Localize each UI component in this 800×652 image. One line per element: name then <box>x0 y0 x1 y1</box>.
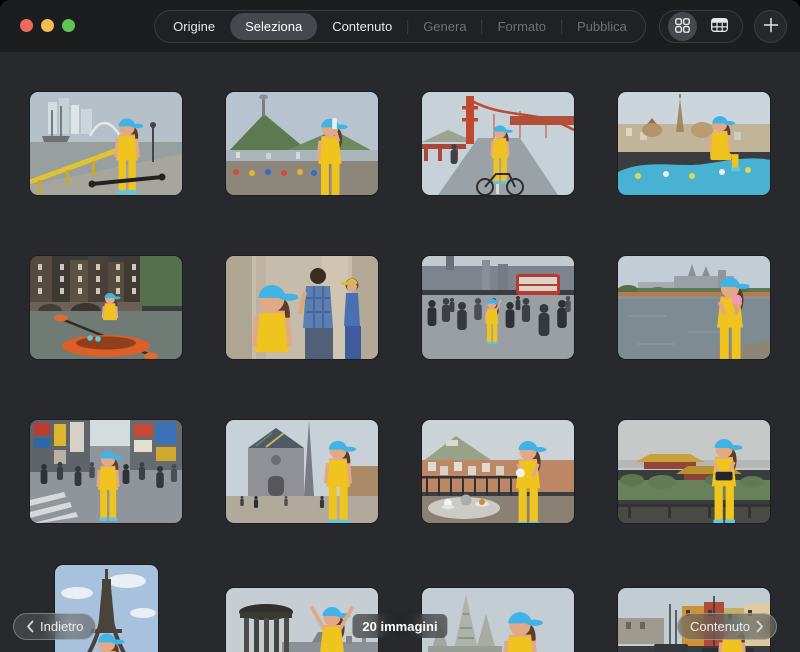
photo-woman-walking-past-couple-street[interactable] <box>226 256 378 359</box>
photo-woman-waving-london-crowd-red-bus[interactable] <box>422 256 574 359</box>
chevron-left-icon <box>26 620 34 633</box>
photo-woman-binoculars-forbidden-city-beijing[interactable] <box>618 420 770 523</box>
tab-contenuto[interactable]: Contenuto <box>317 13 407 40</box>
add-button[interactable] <box>754 10 787 43</box>
tab-genera[interactable]: Genera <box>408 13 481 40</box>
window-controls <box>20 19 75 32</box>
photo-woman-cafe-terrace-lisbon-view[interactable] <box>422 420 574 523</box>
image-count-label: 20 immagini <box>362 619 437 634</box>
chevron-right-icon <box>756 620 764 633</box>
photo-woman-cycling-golden-gate-bridge[interactable] <box>422 92 574 195</box>
grid-view-button[interactable] <box>668 12 697 41</box>
zoom-button[interactable] <box>62 19 75 32</box>
photo-woman-pushing-bicycle-harbor-skyscrapers[interactable] <box>30 92 182 195</box>
tab-formato[interactable]: Formato <box>483 13 561 40</box>
tab-pubblica[interactable]: Pubblica <box>562 13 642 40</box>
next-button[interactable]: Contenuto <box>677 613 777 640</box>
image-count-badge: 20 immagini <box>352 614 447 638</box>
minimize-button[interactable] <box>41 19 54 32</box>
grid-view-icon <box>675 18 690 36</box>
photo-woman-sitting-park-guell-barcelona[interactable] <box>618 92 770 195</box>
next-button-label: Contenuto <box>690 619 750 634</box>
table-view-icon <box>711 18 728 35</box>
photo-woman-kayaking-amsterdam-canal[interactable] <box>30 256 182 359</box>
tab-origine[interactable]: Origine <box>158 13 230 40</box>
photo-woman-drinking-water-seoul-tower-hill[interactable] <box>226 92 378 195</box>
tab-bar: Origine Seleziona Contenuto Genera Forma… <box>154 10 646 43</box>
photo-woman-st-stephens-cathedral-vienna[interactable] <box>226 420 378 523</box>
title-bar: Origine Seleziona Contenuto Genera Forma… <box>0 0 800 52</box>
photo-woman-ice-cream-prague-river-castle[interactable] <box>618 256 770 359</box>
view-mode-toggle <box>659 10 743 43</box>
close-button[interactable] <box>20 19 33 32</box>
back-button[interactable]: Indietro <box>13 613 96 640</box>
table-view-button[interactable] <box>705 12 734 41</box>
back-button-label: Indietro <box>40 619 83 634</box>
plus-icon <box>763 17 779 36</box>
photo-woman-shibuya-crossing-tokyo[interactable] <box>30 420 182 523</box>
photo-grid <box>0 0 800 652</box>
app-window: Origine Seleziona Contenuto Genera Forma… <box>0 0 800 652</box>
tab-seleziona[interactable]: Seleziona <box>230 13 317 40</box>
